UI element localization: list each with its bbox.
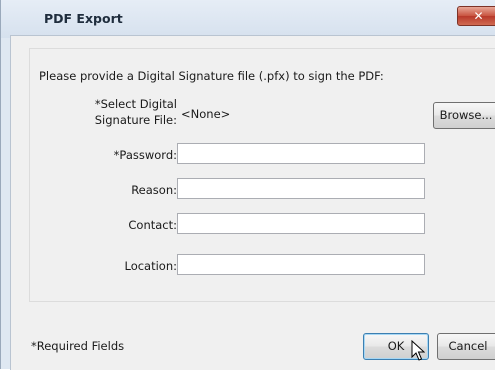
contact-label: Contact: [128, 218, 177, 232]
password-input[interactable] [177, 143, 425, 164]
location-label: Location: [124, 259, 177, 273]
instruction-text: Please provide a Digital Signature file … [39, 69, 384, 83]
password-label: *Password: [113, 148, 177, 162]
signature-file-label-line2: Signature File: [94, 113, 177, 127]
signature-file-label-line1: *Select Digital [94, 97, 177, 111]
dialog-client-area: Please provide a Digital Signature file … [10, 35, 495, 370]
mouse-pointer-icon [411, 340, 425, 361]
dialog-title: PDF Export [44, 11, 123, 26]
required-fields-note: *Required Fields [31, 339, 125, 353]
close-icon: ✕ [473, 9, 484, 23]
pdf-export-dialog: PDF Export ✕ Please provide a Digital Si… [0, 0, 495, 370]
signature-file-label: *Select Digital Signature File: [69, 97, 177, 127]
cancel-button[interactable]: Cancel [437, 333, 495, 360]
location-input[interactable] [177, 254, 425, 275]
signature-file-value: <None> [181, 107, 231, 121]
close-button[interactable]: ✕ [457, 6, 495, 26]
title-bar[interactable]: PDF Export ✕ [1, 0, 495, 38]
reason-label: Reason: [131, 183, 177, 197]
browse-button[interactable]: Browse... [433, 102, 495, 129]
contact-input[interactable] [177, 213, 425, 234]
reason-input[interactable] [177, 178, 425, 199]
